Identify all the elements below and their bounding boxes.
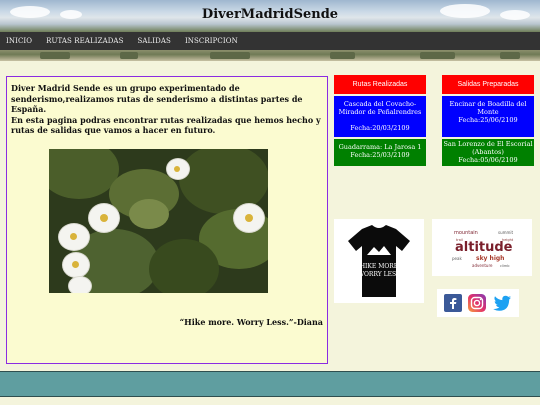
wordcloud-word: summit bbox=[498, 230, 514, 235]
tshirt-image: HIKE MORE WORRY LESS bbox=[334, 219, 424, 303]
site-title: DiverMadridSende bbox=[201, 7, 339, 22]
tshirt-line2: WORRY LESS bbox=[358, 271, 400, 278]
route-card-boadilla[interactable]: Encinar de Boadilla del Monte Fecha:25/0… bbox=[442, 96, 534, 137]
route-card-covacho[interactable]: Cascada del Covacho-Mirador de Peñalrend… bbox=[334, 96, 426, 137]
route-name: Cascada del Covacho-Mirador de Peñalrend… bbox=[338, 100, 422, 116]
tshirt-line1: HIKE MORE bbox=[360, 263, 398, 270]
intro-panel: Diver Madrid Sende es un grupo experimen… bbox=[6, 76, 328, 364]
twitter-icon[interactable] bbox=[492, 294, 512, 312]
flowers-photo bbox=[49, 149, 268, 293]
wordcloud-word: mountain bbox=[454, 230, 478, 236]
wordcloud-main-word: altitude bbox=[455, 240, 513, 255]
route-date: Fecha:05/06/2109 bbox=[458, 156, 518, 164]
wordcloud-graphic: mountain altitude sky high peak adventur… bbox=[452, 230, 514, 268]
wordcloud-image: mountain altitude sky high peak adventur… bbox=[432, 219, 532, 276]
route-name: Guadarrama: La Jarosa 1 bbox=[338, 143, 422, 151]
wordcloud-word: trail bbox=[456, 238, 463, 242]
intro-text: Diver Madrid Sende es un grupo experimen… bbox=[11, 83, 321, 136]
main-nav: INICIO RUTAS REALIZADAS SALIDAS INSCRIPC… bbox=[0, 32, 540, 50]
route-name: Encinar de Boadilla del Monte bbox=[449, 100, 527, 116]
route-date: Fecha:20/03/2109 bbox=[350, 124, 410, 132]
wordcloud-word: peak bbox=[452, 256, 462, 261]
route-card-guadarrama[interactable]: Guadarrama: La Jarosa 1 Fecha:25/03/2109 bbox=[334, 139, 426, 166]
salidas-preparadas-header[interactable]: Salidas Preparadas bbox=[442, 75, 534, 94]
wordcloud-word: adventure bbox=[472, 263, 493, 268]
nav-item-inscripcion[interactable]: INSCRIPCION bbox=[185, 37, 238, 45]
tshirt-icon: HIKE MORE WORRY LESS bbox=[348, 225, 410, 297]
quote-text: “Hike more. Worry Less.”-Diana bbox=[179, 317, 323, 327]
route-card-escorial[interactable]: San Lorenzo de El Escorial (Abantos) Fec… bbox=[442, 139, 534, 166]
intro-paragraph: En esta pagina podras encontrar rutas re… bbox=[11, 114, 321, 136]
nav-item-inicio[interactable]: INICIO bbox=[6, 37, 32, 45]
intro-paragraph: Diver Madrid Sende es un grupo experimen… bbox=[11, 83, 303, 114]
route-date: Fecha:25/06/2109 bbox=[458, 116, 518, 124]
social-icons bbox=[437, 289, 519, 317]
header-banner: DiverMadridSende bbox=[0, 0, 540, 32]
facebook-icon[interactable] bbox=[444, 294, 462, 312]
instagram-icon[interactable] bbox=[468, 294, 486, 312]
nav-item-rutas-realizadas[interactable]: RUTAS REALIZADAS bbox=[46, 37, 123, 45]
landscape-strip bbox=[0, 50, 540, 61]
footer-bar bbox=[0, 371, 540, 397]
rutas-realizadas-header[interactable]: Rutas Realizadas bbox=[334, 75, 426, 94]
wordcloud-word: climb bbox=[500, 264, 510, 268]
wordcloud-word: sky high bbox=[476, 255, 504, 262]
nav-item-salidas[interactable]: SALIDAS bbox=[138, 37, 171, 45]
route-name: San Lorenzo de El Escorial (Abantos) bbox=[443, 140, 533, 156]
route-date: Fecha:25/03/2109 bbox=[350, 151, 410, 159]
wordcloud-word: height bbox=[502, 238, 514, 242]
